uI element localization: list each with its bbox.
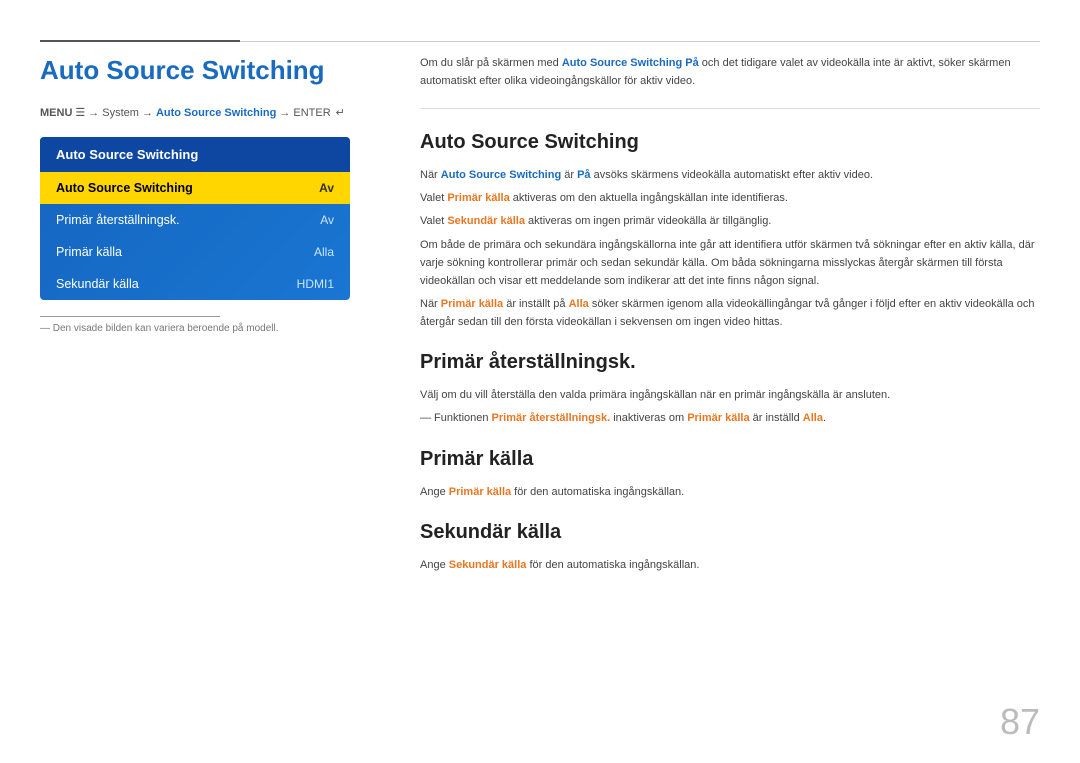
section3-body: Ange Primär källa för den automatiska in… [420, 483, 1040, 501]
section2-title: Primär återställningsk. [420, 351, 1040, 374]
right-panel: Om du slår på skärmen med Auto Source Sw… [420, 55, 1040, 723]
tv-menu-item-value: Av [320, 213, 334, 227]
page-number: 87 [1000, 701, 1040, 743]
tv-menu-item-value: Av [319, 181, 334, 195]
page-title: Auto Source Switching [40, 55, 380, 86]
tv-menu-item-value: HDMI1 [297, 277, 334, 291]
section3-title: Primär källa [420, 448, 1040, 471]
tv-menu: Auto Source Switching Auto Source Switch… [40, 137, 350, 300]
tv-menu-item-primar-kalla[interactable]: Primär källa Alla [40, 236, 350, 268]
tv-menu-item-value: Alla [314, 245, 334, 259]
footnote-line [40, 316, 220, 317]
tv-menu-item-label: Primär källa [56, 245, 122, 259]
section-primar-kalla: Primär källa Ange Primär källa för den a… [420, 448, 1040, 501]
section-auto-source: Auto Source Switching När Auto Source Sw… [420, 131, 1040, 331]
breadcrumb-menu: MENU [40, 107, 72, 119]
section1-body: När Auto Source Switching är På avsöks s… [420, 166, 1040, 331]
top-line [40, 40, 1040, 42]
tv-menu-item-label: Primär återställningsk. [56, 213, 180, 227]
breadcrumb-link: Auto Source Switching [156, 107, 276, 119]
left-panel: Auto Source Switching MENU ☰ → System → … [40, 55, 380, 334]
section2-body: Välj om du vill återställa den valda pri… [420, 386, 1040, 427]
breadcrumb-enter: ENTER [293, 107, 330, 119]
breadcrumb-system: System [102, 107, 139, 119]
section-primar-aterst: Primär återställningsk. Välj om du vill … [420, 351, 1040, 427]
section4-body: Ange Sekundär källa för den automatiska … [420, 556, 1040, 574]
section4-title: Sekundär källa [420, 521, 1040, 544]
breadcrumb: MENU ☰ → System → Auto Source Switching … [40, 106, 380, 119]
intro-text: Om du slår på skärmen med Auto Source Sw… [420, 55, 1040, 109]
footnote-text: ― Den visade bilden kan variera beroende… [40, 323, 380, 334]
breadcrumb-icon: ☰ [75, 106, 85, 119]
tv-menu-item-label: Auto Source Switching [56, 181, 193, 195]
tv-menu-item-primar-aterst[interactable]: Primär återställningsk. Av [40, 204, 350, 236]
tv-menu-item-sekundar-kalla[interactable]: Sekundär källa HDMI1 [40, 268, 350, 300]
section-sekundar-kalla: Sekundär källa Ange Sekundär källa för d… [420, 521, 1040, 574]
highlight-auto-source: Auto Source Switching På [562, 57, 699, 69]
tv-menu-header: Auto Source Switching [40, 137, 350, 172]
enter-icon: ↵ [336, 106, 345, 119]
tv-menu-item-auto-source[interactable]: Auto Source Switching Av [40, 172, 350, 204]
tv-menu-item-label: Sekundär källa [56, 277, 139, 291]
section1-title: Auto Source Switching [420, 131, 1040, 154]
